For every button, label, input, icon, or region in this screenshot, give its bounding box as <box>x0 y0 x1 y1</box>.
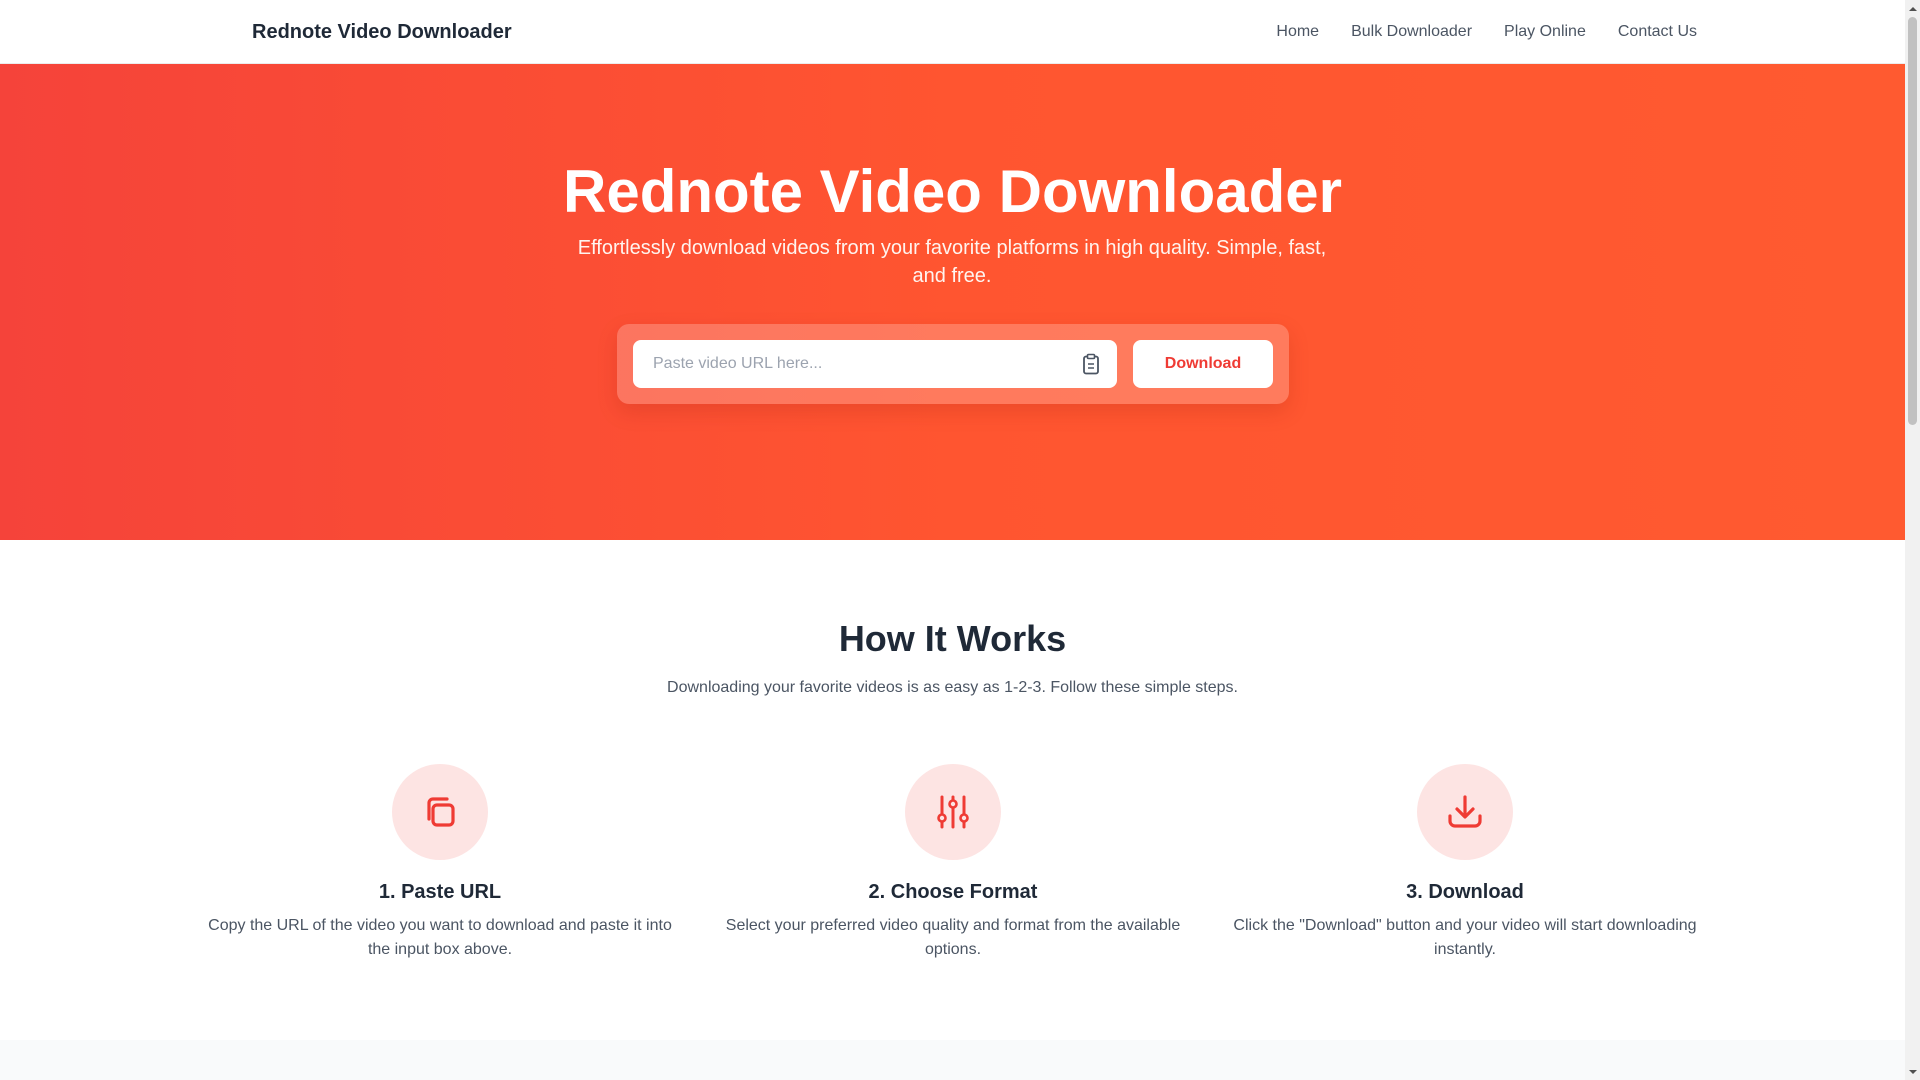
nav-home[interactable]: Home <box>1276 20 1319 44</box>
next-section-band <box>0 1040 1905 1080</box>
page: Rednote Video Downloader Home Bulk Downl… <box>0 0 1920 1080</box>
main-nav: Home Bulk Downloader Play Online Contact… <box>1244 20 1697 44</box>
paste-button[interactable] <box>1079 352 1103 376</box>
hero-subtitle: Effortlessly download videos from your f… <box>577 237 1327 287</box>
vertical-scrollbar[interactable] <box>1905 0 1920 1080</box>
nav-bulk-downloader[interactable]: Bulk Downloader <box>1351 20 1472 44</box>
how-it-works-title: How It Works <box>838 618 1067 659</box>
nav-contact-us[interactable]: Contact Us <box>1618 20 1697 44</box>
how-it-works-subtitle: Downloading your favorite videos is as e… <box>667 679 1238 696</box>
step-icon-circle <box>392 764 488 860</box>
url-input-box <box>633 340 1117 388</box>
download-button[interactable]: Download <box>1133 340 1273 388</box>
site-header: Rednote Video Downloader Home Bulk Downl… <box>0 0 1905 64</box>
step-icon-circle <box>905 764 1001 860</box>
step-title: 2. Choose Format <box>868 881 1038 903</box>
scroll-down-arrow-icon[interactable] <box>1905 1063 1920 1080</box>
step-choose-format: 2. Choose Format Select your preferred v… <box>718 764 1188 962</box>
copy-icon <box>427 797 455 827</box>
clipboard-icon <box>1083 353 1099 375</box>
url-form: Download <box>617 324 1289 404</box>
step-title: 1. Paste URL <box>378 881 502 903</box>
step-paste-url: 1. Paste URL Copy the URL of the video y… <box>205 764 675 962</box>
sliders-icon <box>937 795 969 829</box>
step-download: 3. Download Click the "Download" button … <box>1230 764 1700 962</box>
download-icon <box>1448 795 1482 828</box>
step-title: 3. Download <box>1406 881 1524 903</box>
step-description: Select your preferred video quality and … <box>725 917 1181 958</box>
nav-play-online[interactable]: Play Online <box>1504 20 1586 44</box>
hero-section: Rednote Video Downloader Effortlessly do… <box>0 64 1905 540</box>
url-input[interactable] <box>633 340 1063 388</box>
step-description: Click the "Download" button and your vid… <box>1233 917 1697 958</box>
step-description: Copy the URL of the video you want to do… <box>208 917 672 958</box>
hero-title: Rednote Video Downloader <box>563 158 1342 225</box>
step-icon-circle <box>1417 764 1513 860</box>
scrollbar-thumb[interactable] <box>1908 17 1917 425</box>
brand-logo-text[interactable]: Rednote Video Downloader <box>252 20 512 44</box>
scroll-up-arrow-icon[interactable] <box>1905 0 1920 17</box>
